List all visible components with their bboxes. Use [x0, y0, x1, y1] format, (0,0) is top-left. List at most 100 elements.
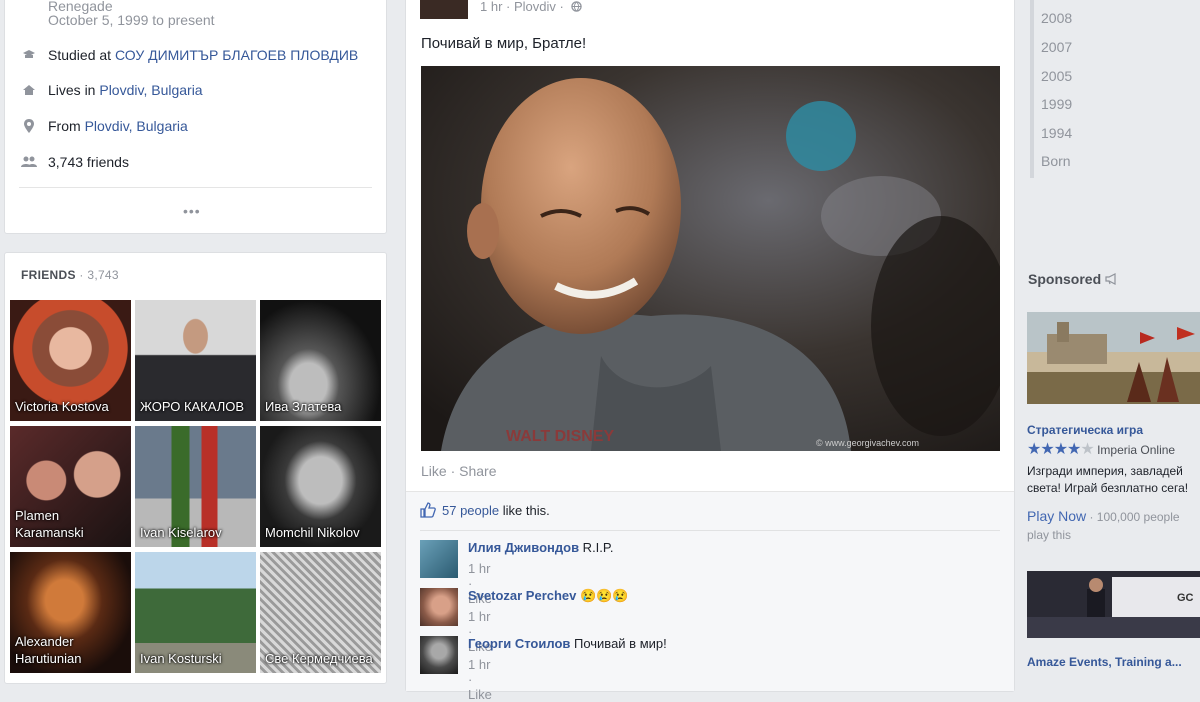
- friend-name: Ива Златева: [265, 399, 342, 414]
- lives-link[interactable]: Plovdiv, Bulgaria: [99, 82, 202, 98]
- commenter-avatar[interactable]: [420, 540, 458, 578]
- post-author-avatar[interactable]: [420, 0, 468, 19]
- location-pin-icon: [19, 118, 39, 134]
- comment-text: Почивай в мир!: [570, 636, 667, 651]
- likes-count-link[interactable]: 57 people: [442, 503, 499, 518]
- megaphone-icon: [1105, 271, 1118, 287]
- friend-name: Alexander Harutiunian: [15, 634, 82, 666]
- divider: [420, 530, 1000, 531]
- ad-cta-line: Play Now · 100,000 people: [1027, 508, 1200, 526]
- globe-icon: [571, 0, 582, 14]
- comment-text: 😢😢😢: [576, 588, 629, 603]
- friend-tile[interactable]: Victoria Kostova: [10, 300, 131, 421]
- ad-description: Изгради империя, завладей: [1027, 464, 1183, 478]
- friends-icon: [19, 154, 39, 170]
- post-photo[interactable]: WALT DISNEY © www.georgivachev.com: [421, 66, 1000, 451]
- friend-name: Plamen Karamanski: [15, 508, 84, 540]
- sponsored-heading: Sponsored: [1028, 271, 1118, 287]
- intro-studied: Studied at СОУ ДИМИТЪР БЛАГОЕВ ПЛОВДИВ: [19, 45, 358, 65]
- friend-name: Victoria Kostova: [15, 399, 109, 414]
- comment-body: Георги Стоилов Почивай в мир!: [468, 636, 667, 651]
- more-button[interactable]: •••: [183, 203, 201, 219]
- intro-friends: 3,743 friends: [19, 152, 129, 172]
- play-now-button[interactable]: Play Now: [1027, 508, 1086, 524]
- comments-section: 57 people like this. Илия Дживондов R.I.…: [406, 491, 1014, 702]
- ad-image[interactable]: [1027, 312, 1200, 404]
- comment-body: Svetozar Perchev 😢😢😢: [468, 588, 629, 604]
- ad-rating: ★★★★★ Imperia Online: [1027, 441, 1200, 459]
- commenter-avatar[interactable]: [420, 588, 458, 626]
- comment-author[interactable]: Svetozar Perchev: [468, 588, 576, 603]
- comment-like-button[interactable]: Like: [468, 687, 492, 702]
- ad-description: света! Играй безплатно сега!: [1027, 481, 1189, 495]
- ad-image[interactable]: GC: [1027, 571, 1200, 638]
- friend-name: ЖОРО КАКАЛОВ: [140, 399, 245, 414]
- likes-summary: 57 people like this.: [420, 502, 550, 518]
- friend-tile[interactable]: Momchil Nikolov: [260, 426, 381, 547]
- friend-name: Momchil Nikolov: [265, 525, 360, 540]
- post-card: 1 hr · Plovdiv · Почивай в мир, Братле!: [405, 0, 1015, 702]
- ad-meta: · 100,000 people: [1086, 510, 1180, 524]
- likes-suffix: like this.: [499, 502, 550, 518]
- intro-lives: Lives in Plovdiv, Bulgaria: [19, 80, 203, 100]
- intro-card: Renegade October 5, 1999 to present Stud…: [4, 0, 387, 234]
- friend-tile[interactable]: Све Кермедчиева: [260, 552, 381, 673]
- comment-time[interactable]: 1 hr: [468, 657, 490, 672]
- friend-name: Све Кермедчиева: [265, 651, 373, 666]
- post-text: Почивай в мир, Братле!: [421, 35, 587, 52]
- star-rating-icon: ★★★★★: [1027, 441, 1095, 458]
- friend-tile[interactable]: Plamen Karamanski: [10, 426, 131, 547]
- studied-prefix: Studied at: [48, 47, 115, 63]
- thumbs-up-icon: [420, 502, 436, 518]
- screen-text: GC: [1177, 592, 1194, 604]
- comment-time[interactable]: 1 hr: [468, 561, 490, 576]
- friend-name: Ivan Kosturski: [140, 651, 222, 666]
- lives-prefix: Lives in: [48, 82, 100, 98]
- timeline-rail: [1030, 0, 1034, 178]
- year-link[interactable]: 2007: [1041, 39, 1072, 55]
- year-link[interactable]: Born: [1041, 153, 1071, 169]
- separator-dot: ·: [446, 463, 460, 479]
- friends-count-text: 3,743 friends: [48, 154, 129, 170]
- ad-source: Imperia Online: [1097, 443, 1176, 457]
- comment-body: Илия Дживондов R.I.P.: [468, 540, 614, 555]
- friends-card: FRIENDS · 3,743 Victoria Kostova ЖОРО КА…: [4, 252, 387, 684]
- year-link[interactable]: 2008: [1041, 10, 1072, 26]
- comment-author[interactable]: Илия Дживондов: [468, 540, 579, 555]
- year-link[interactable]: 2005: [1041, 68, 1072, 84]
- year-link[interactable]: 1994: [1041, 125, 1072, 141]
- friend-tile[interactable]: Ivan Kiselarov: [135, 426, 256, 547]
- school-link[interactable]: СОУ ДИМИТЪР БЛАГОЕВ ПЛОВДИВ: [115, 47, 358, 63]
- friend-tile[interactable]: Alexander Harutiunian: [10, 552, 131, 673]
- friend-tile[interactable]: ЖОРО КАКАЛОВ: [135, 300, 256, 421]
- friend-tile[interactable]: Ива Златева: [260, 300, 381, 421]
- ad-title[interactable]: Amaze Events, Training a...: [1027, 655, 1182, 669]
- photo-watermark: © www.georgivachev.com: [816, 438, 919, 448]
- post-meta: 1 hr · Plovdiv ·: [480, 0, 582, 14]
- from-link[interactable]: Plovdiv, Bulgaria: [85, 118, 188, 134]
- comment-author[interactable]: Георги Стоилов: [468, 636, 570, 651]
- friend-name: Ivan Kiselarov: [140, 525, 222, 540]
- ad-title[interactable]: Стратегическа игра: [1027, 423, 1143, 437]
- like-button[interactable]: Like: [421, 463, 447, 479]
- friends-title: FRIENDS: [21, 268, 76, 282]
- comment-time[interactable]: 1 hr: [468, 609, 490, 624]
- divider: [19, 187, 372, 188]
- comment-text: R.I.P.: [579, 540, 614, 555]
- post-actions: Like · Share: [421, 463, 497, 479]
- friend-tile[interactable]: Ivan Kosturski: [135, 552, 256, 673]
- sponsored-title: Sponsored: [1028, 271, 1102, 287]
- friends-heading[interactable]: FRIENDS · 3,743: [21, 268, 119, 282]
- home-icon: [19, 82, 39, 98]
- commenter-avatar[interactable]: [420, 636, 458, 674]
- share-button[interactable]: Share: [459, 463, 496, 479]
- intro-from: From Plovdiv, Bulgaria: [19, 116, 188, 136]
- year-link[interactable]: 1999: [1041, 96, 1072, 112]
- comment-meta: 1 hr · Like: [468, 657, 492, 702]
- ad-meta: play this: [1027, 528, 1072, 542]
- from-prefix: From: [48, 118, 85, 134]
- post-time-location[interactable]: 1 hr · Plovdiv ·: [480, 0, 567, 14]
- work-date: October 5, 1999 to present: [48, 12, 215, 28]
- education-icon: [19, 47, 39, 63]
- friends-count: · 3,743: [75, 268, 119, 282]
